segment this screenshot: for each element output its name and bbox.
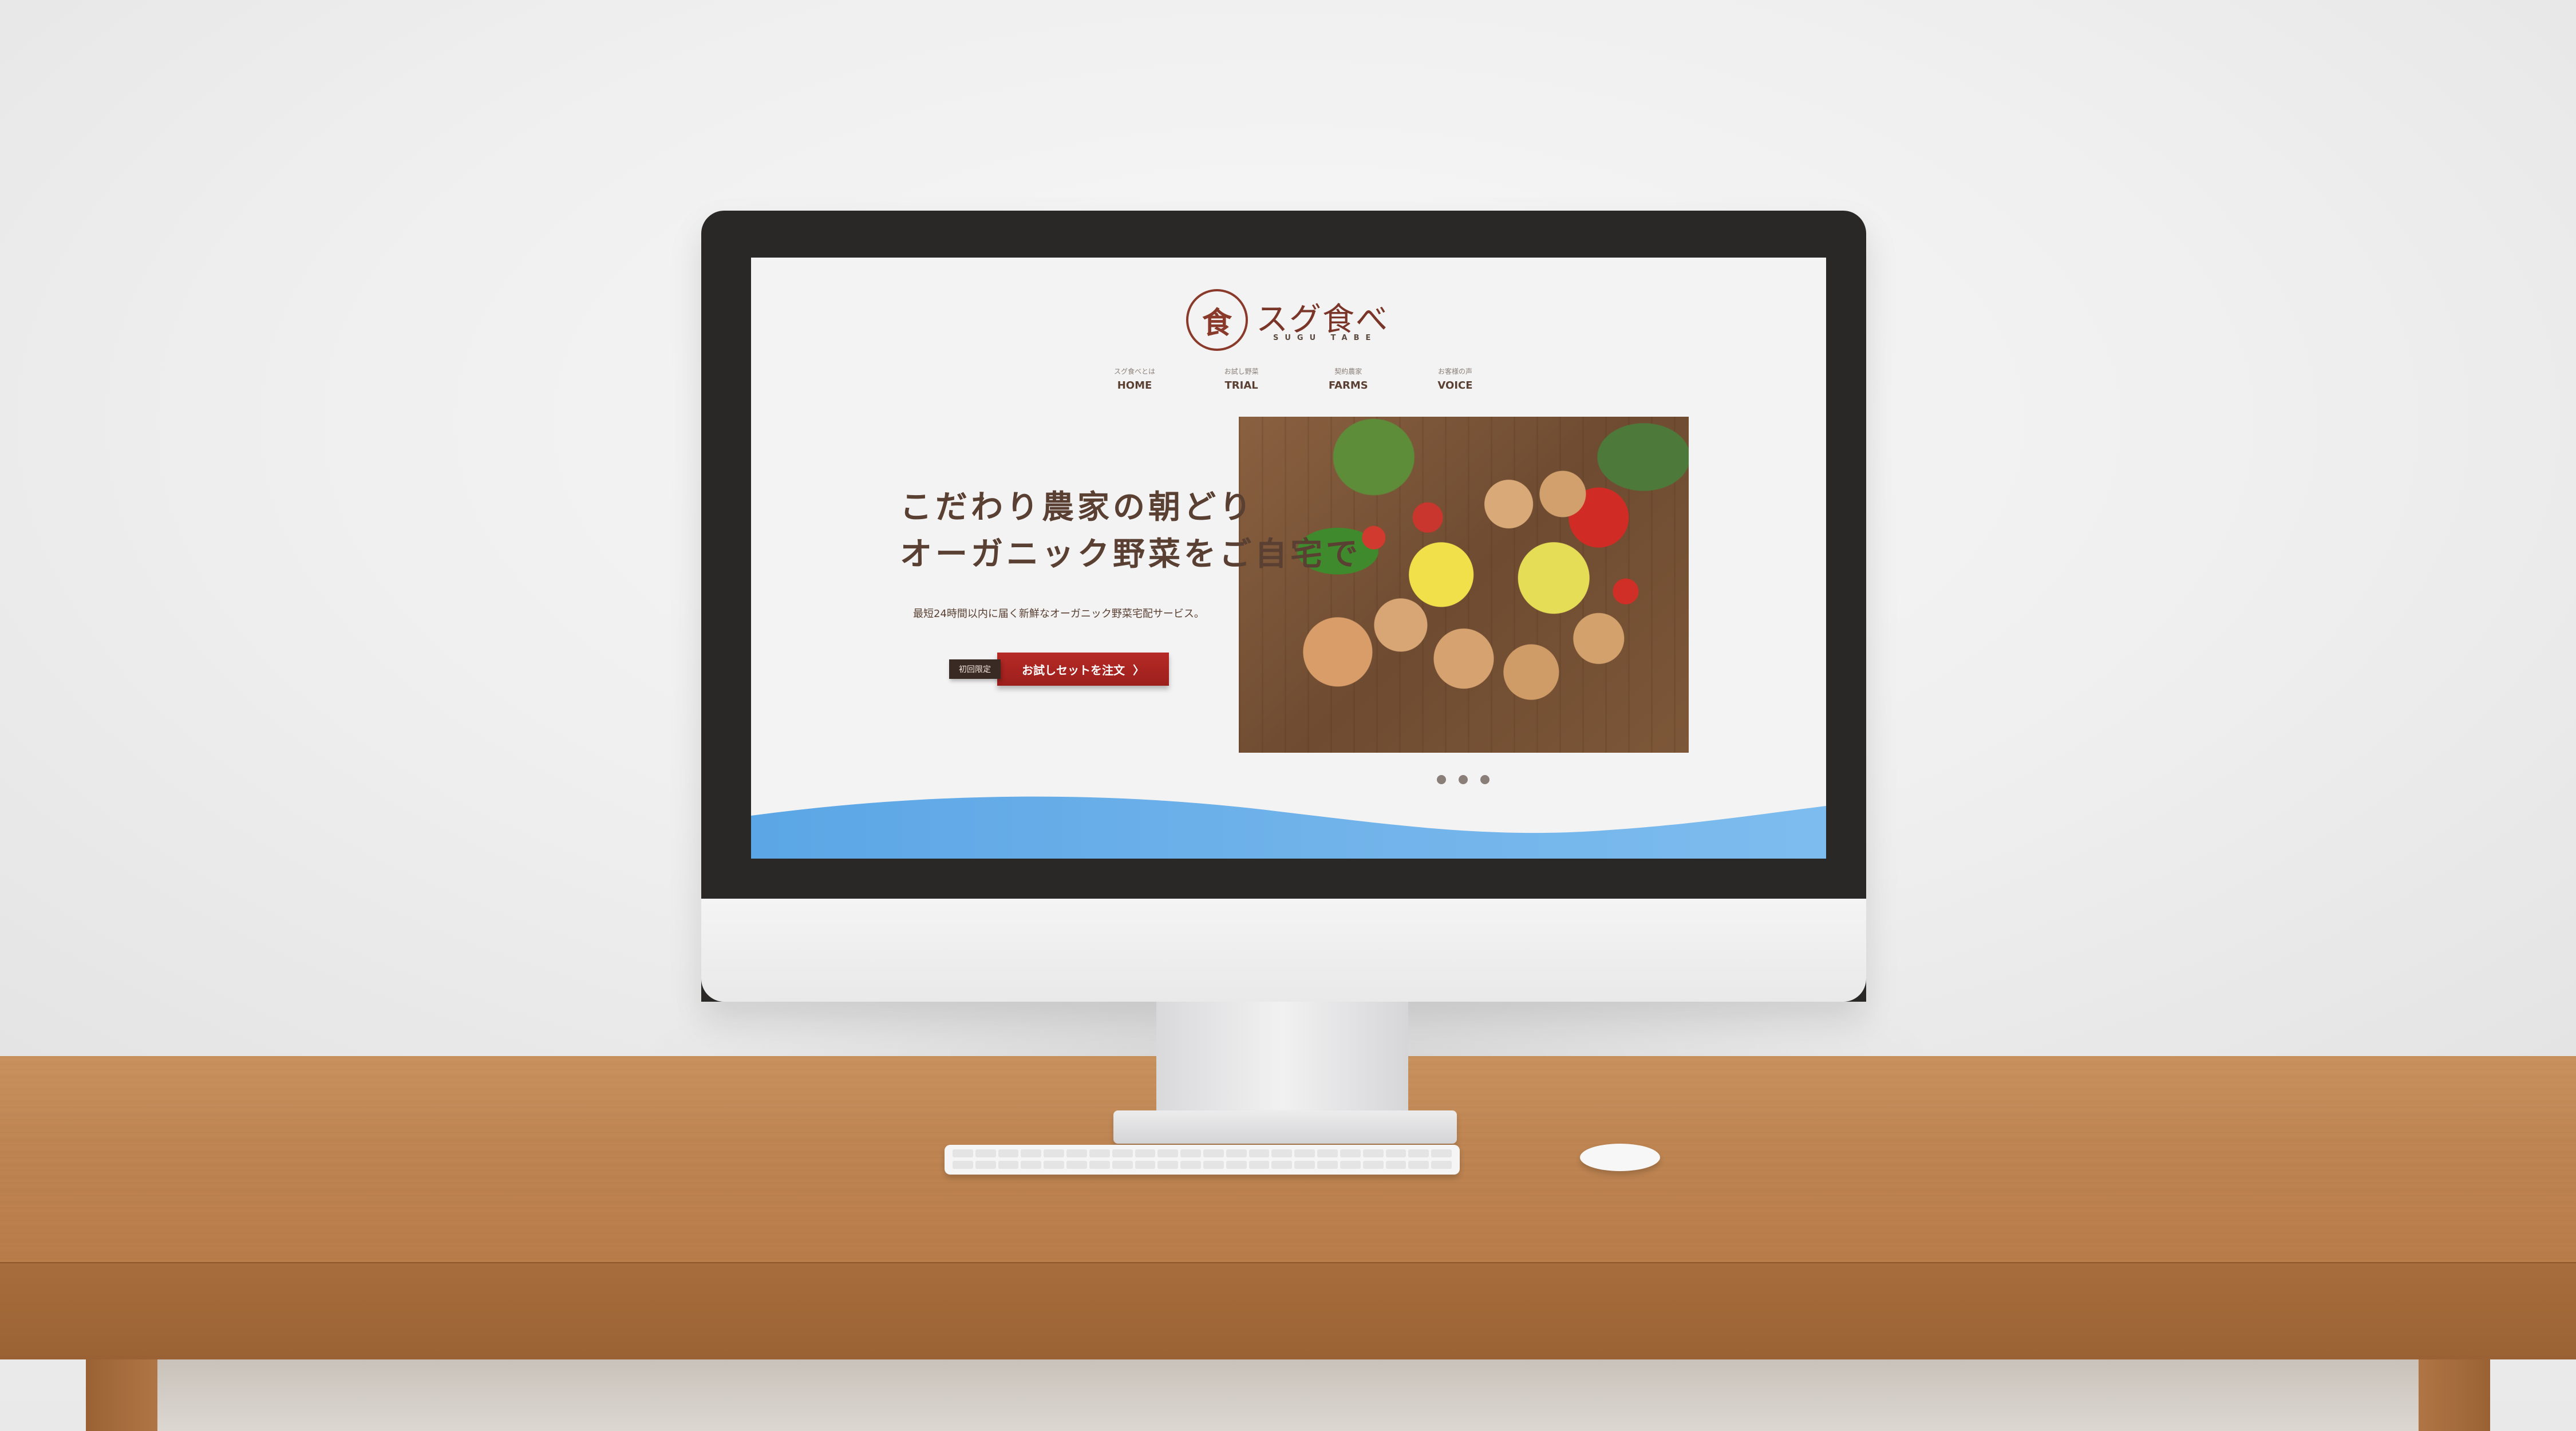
nav-item-label: FARMS [1328, 380, 1368, 392]
keyboard-key[interactable] [1112, 1161, 1133, 1169]
slider-dot-2[interactable] [1459, 775, 1468, 784]
keyboard-key[interactable] [1066, 1161, 1087, 1169]
keyboard-key[interactable] [1385, 1161, 1406, 1169]
keyboard-key[interactable] [1271, 1161, 1293, 1169]
nav-item-home[interactable]: スグ食べとは HOME [1095, 366, 1175, 401]
desk-leg-right [2419, 1359, 2490, 1431]
keyboard-key[interactable] [1317, 1161, 1338, 1169]
nav-item-sub: スグ食べとは [1113, 367, 1155, 375]
hero-description: 最短24時間以内に届く新鮮なオーガニック野菜宅配サービス。 [913, 608, 1204, 620]
keyboard-key[interactable] [1294, 1149, 1315, 1157]
keyboard-key[interactable] [953, 1149, 973, 1157]
keyboard-key[interactable] [1362, 1149, 1384, 1157]
desk-underside [157, 1359, 2419, 1431]
keyboard-key[interactable] [1089, 1149, 1110, 1157]
monitor-stand-neck [1156, 1002, 1408, 1119]
cta-label: お試しセットを注文 [1022, 664, 1125, 677]
nav-item-label: VOICE [1437, 380, 1473, 392]
mouse[interactable] [1580, 1144, 1660, 1171]
keyboard-key[interactable] [1157, 1149, 1179, 1157]
main-nav: スグ食べとは HOME お試し野菜 TRIAL 契約農家 FARMS お客様の声… [1095, 366, 1495, 401]
nav-item-sub: 契約農家 [1334, 367, 1362, 375]
nav-item-sub: お客様の声 [1437, 367, 1472, 375]
monitor-chin [701, 899, 1866, 1002]
hero-title-line-2: オーガニック野菜をご自宅で [900, 535, 1361, 573]
keyboard-key[interactable] [1431, 1161, 1452, 1169]
keyboard-key[interactable] [1226, 1161, 1247, 1169]
keyboard-key[interactable] [1431, 1149, 1452, 1157]
keyboard-key[interactable] [1203, 1149, 1224, 1157]
keyboard-key[interactable] [1135, 1149, 1156, 1157]
keyboard-key[interactable] [998, 1161, 1019, 1169]
keyboard-key[interactable] [1112, 1149, 1133, 1157]
keyboard-key[interactable] [1157, 1161, 1179, 1169]
cta-group: お試しセットを注文 〉 初回限定 [949, 653, 1178, 688]
nav-item-voice[interactable]: お客様の声 VOICE [1415, 366, 1495, 401]
monitor-stand-base [1113, 1110, 1457, 1144]
keyboard-key[interactable] [975, 1161, 996, 1169]
chevron-right-icon: 〉 [1133, 664, 1144, 677]
keyboard-key[interactable] [953, 1161, 973, 1169]
slider-dot-1[interactable] [1437, 775, 1446, 784]
keyboard-key[interactable] [1408, 1149, 1429, 1157]
nav-item-farms[interactable]: 契約農家 FARMS [1308, 366, 1388, 401]
slider-dot-3[interactable] [1480, 775, 1490, 784]
keyboard-key[interactable] [1044, 1149, 1065, 1157]
keyboard-key[interactable] [1249, 1161, 1270, 1169]
desk-front [0, 1262, 2576, 1359]
first-time-only-badge: 初回限定 [949, 659, 1001, 679]
logo-name: スグ食べ [1256, 301, 1389, 338]
keyboard-key[interactable] [1021, 1161, 1042, 1169]
hero-title: こだわり農家の朝どり オーガニック野菜をご自宅で [900, 484, 1415, 578]
keyboard-key[interactable] [1044, 1161, 1065, 1169]
keyboard-key[interactable] [1271, 1149, 1293, 1157]
keyboard-key[interactable] [1340, 1149, 1361, 1157]
hero-title-line-1: こだわり農家の朝どり [900, 488, 1255, 526]
keyboard-key[interactable] [1385, 1149, 1406, 1157]
logo-mark-icon: 食 [1186, 289, 1248, 351]
keyboard-key[interactable] [1249, 1149, 1270, 1157]
keyboard-key[interactable] [998, 1149, 1019, 1157]
wave-decoration [751, 796, 1826, 859]
slider-dots [1437, 775, 1490, 784]
keyboard-key[interactable] [1066, 1149, 1087, 1157]
keyboard-key[interactable] [975, 1149, 996, 1157]
site-logo[interactable]: 食 スグ食べ SUGU TABE [1186, 289, 1404, 352]
keyboard-key[interactable] [1340, 1161, 1361, 1169]
keyboard-key[interactable] [1180, 1161, 1201, 1169]
nav-item-label: TRIAL [1224, 380, 1258, 392]
keyboard-key[interactable] [1203, 1161, 1224, 1169]
desk-leg-left [86, 1359, 157, 1431]
nav-item-trial[interactable]: お試し野菜 TRIAL [1202, 366, 1282, 401]
keyboard-key[interactable] [1021, 1149, 1042, 1157]
keyboard-key[interactable] [1135, 1161, 1156, 1169]
keyboard-key[interactable] [1180, 1149, 1201, 1157]
keyboard-key[interactable] [1089, 1161, 1110, 1169]
nav-item-sub: お試し野菜 [1224, 367, 1259, 375]
keyboard-key[interactable] [1294, 1161, 1315, 1169]
hero-vegetables-image [1239, 417, 1689, 753]
keyboard[interactable] [945, 1145, 1460, 1175]
keyboard-key[interactable] [1317, 1149, 1338, 1157]
keyboard-key[interactable] [1408, 1161, 1429, 1169]
keyboard-key[interactable] [1362, 1161, 1384, 1169]
keyboard-key[interactable] [1226, 1149, 1247, 1157]
nav-item-label: HOME [1117, 380, 1152, 392]
logo-subtitle: SUGU TABE [1273, 334, 1377, 342]
order-trial-set-button[interactable]: お試しセットを注文 〉 [997, 653, 1169, 686]
screen-website: 食 スグ食べ SUGU TABE スグ食べとは HOME お試し野菜 TRIAL… [751, 258, 1826, 859]
